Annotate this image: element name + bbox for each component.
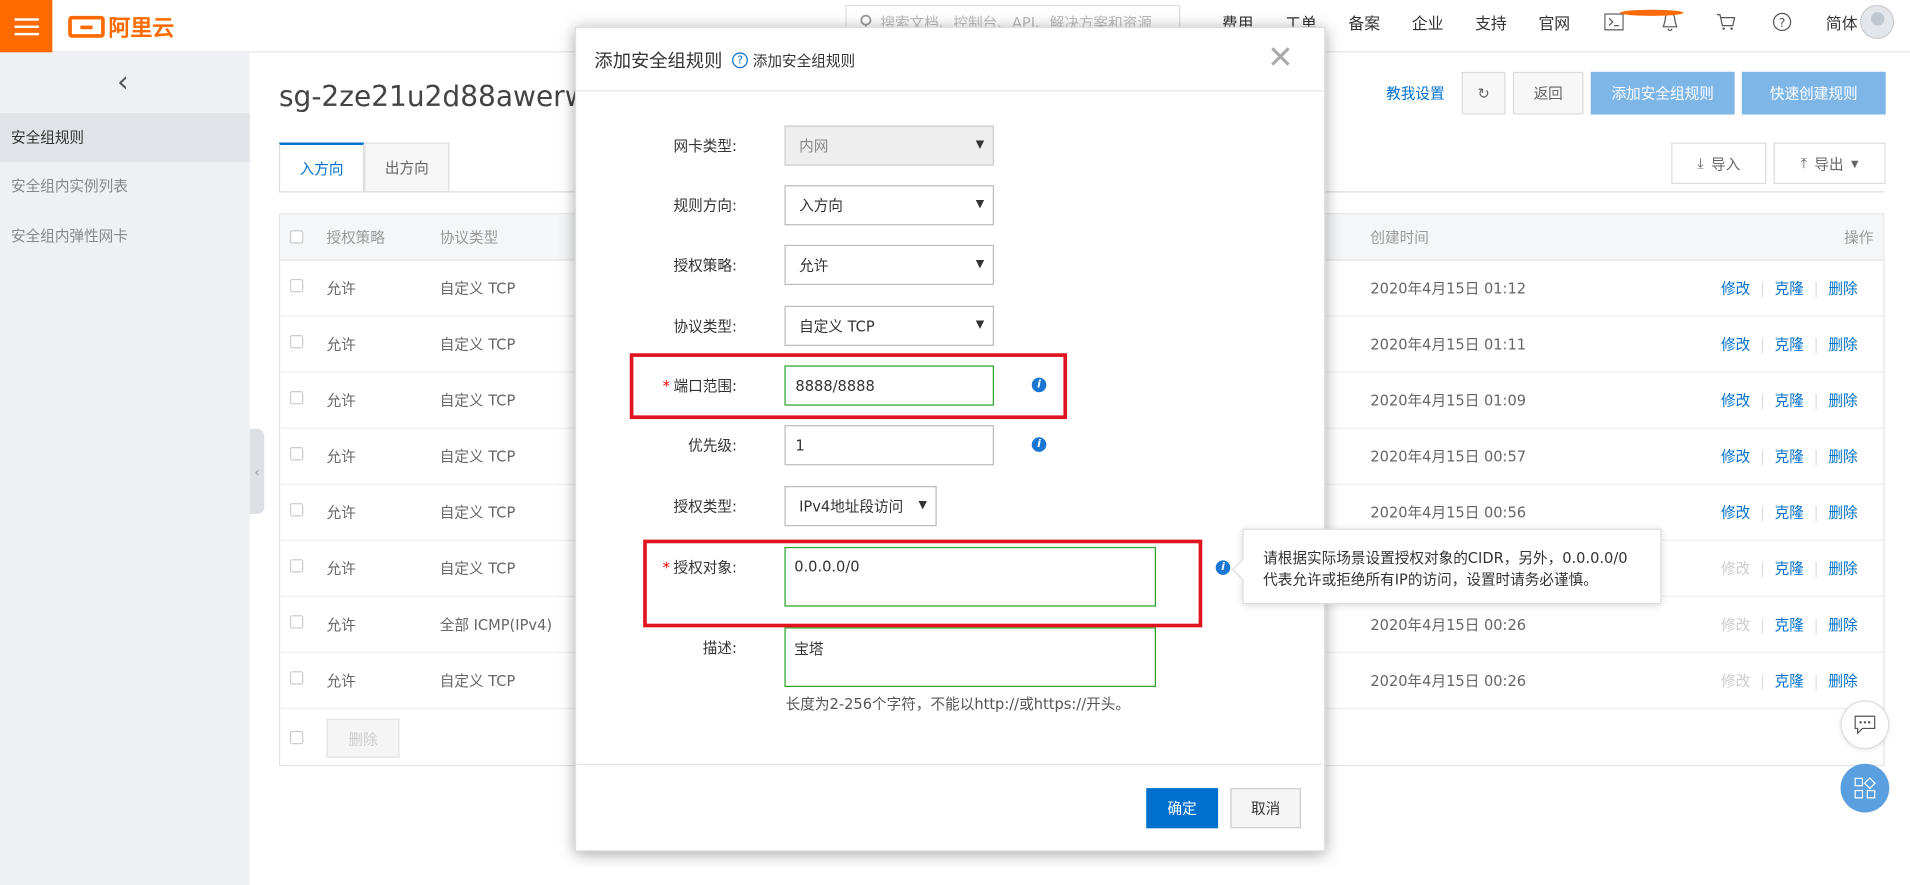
chevron-down-icon: ▼ xyxy=(918,499,927,512)
info-icon[interactable]: i xyxy=(1215,560,1231,575)
protocol-label: 协议类型: xyxy=(673,317,737,335)
policy-value: 允许 xyxy=(799,257,829,275)
nic-type-label: 网卡类型: xyxy=(673,137,737,155)
confirm-button[interactable]: 确定 xyxy=(1146,788,1219,829)
priority-input[interactable]: 1 xyxy=(784,425,994,466)
tooltip-line-2: 代表允许或拒绝所有IP的访问，设置时请务必谨慎。 xyxy=(1263,571,1598,589)
description-value: 宝塔 xyxy=(794,640,824,658)
auth-object-tooltip: 请根据实际场景设置授权对象的CIDR，另外，0.0.0.0/0 代表允许或拒绝所… xyxy=(1242,528,1662,605)
protocol-select[interactable]: 自定义 TCP ▼ xyxy=(784,305,994,346)
policy-label: 授权策略: xyxy=(673,257,737,275)
dialog-subtitle-link[interactable]: 添加安全组规则 xyxy=(753,50,855,71)
description-hint: 长度为2-256个字符，不能以http://或https://开头。 xyxy=(785,695,1130,713)
chevron-down-icon: ▼ xyxy=(975,138,985,152)
direction-value: 入方向 xyxy=(799,197,843,215)
nic-type-select: 内网 ▼ xyxy=(784,125,994,166)
cancel-button[interactable]: 取消 xyxy=(1230,788,1301,829)
dialog-header: 添加安全组规则? 添加安全组规则 ✕ xyxy=(576,28,1325,92)
protocol-value: 自定义 TCP xyxy=(799,317,875,335)
close-icon[interactable]: ✕ xyxy=(1267,43,1294,75)
dialog-footer-divider xyxy=(576,763,1325,765)
highlight-auth-object xyxy=(643,539,1203,628)
description-textarea[interactable]: 宝塔 xyxy=(784,627,1156,688)
direction-select[interactable]: 入方向 ▼ xyxy=(784,185,994,226)
auth-type-label: 授权类型: xyxy=(673,498,737,516)
auth-type-select[interactable]: IPv4地址段访问 ▼ xyxy=(784,486,937,527)
question-icon[interactable]: ? xyxy=(732,52,748,69)
auth-type-value: IPv4地址段访问 xyxy=(799,498,904,516)
chevron-down-icon: ▼ xyxy=(975,258,985,271)
highlight-port-range xyxy=(629,353,1068,420)
add-rule-dialog: 添加安全组规则? 添加安全组规则 ✕ 网卡类型: 内网 ▼ 规则方向: 入方向 ▼ 授… xyxy=(574,26,1326,852)
description-label: 描述: xyxy=(702,639,737,657)
chevron-down-icon: ▼ xyxy=(975,319,985,332)
priority-value: 1 xyxy=(795,436,805,454)
info-icon[interactable]: i xyxy=(1031,437,1047,452)
direction-label: 规则方向: xyxy=(673,197,737,215)
dialog-title: 添加安全组规则 xyxy=(594,49,723,72)
priority-label: 优先级: xyxy=(688,437,737,455)
chevron-down-icon: ▼ xyxy=(975,198,985,211)
nic-type-value: 内网 xyxy=(799,137,829,155)
policy-select[interactable]: 允许 ▼ xyxy=(784,244,994,286)
tooltip-line-1: 请根据实际场景设置授权对象的CIDR，另外，0.0.0.0/0 xyxy=(1263,549,1628,567)
